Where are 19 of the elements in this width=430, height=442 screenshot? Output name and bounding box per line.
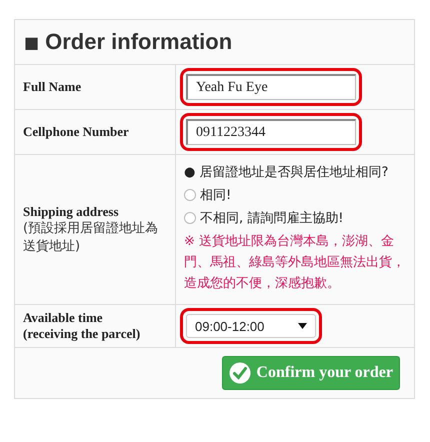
label-note: (預設採用居留證地址為送貨地址) [23,220,160,256]
field-label: Shipping address [23,204,120,220]
radio-option[interactable]: 不相同, 請詢問雇主協助! [184,209,344,227]
time-select[interactable]: 09:00-12:00 [186,314,316,338]
radio-option[interactable]: 相同! [184,186,232,204]
input-field[interactable]: Yeah Fu Eye [186,74,356,100]
question-text: ● 居留證地址是否與居住地址相同? [184,164,388,181]
field-sublabel: (receiving the parcel) [23,326,140,342]
radio-icon[interactable] [184,189,196,201]
field-label: Cellphone Number [23,124,129,140]
input-field[interactable]: 0911223344 [186,119,356,145]
dropdown-caret-icon [298,323,307,330]
check-circle-icon [229,362,252,384]
section-title: Order information [45,29,232,55]
warning-text: ※ 送貨地址限為台灣本島，澎湖、金門、馬祖、綠島等外島地區無法出貨，造成您的不便，深感抱歉。 [184,233,406,293]
field-label: Available time [23,310,104,326]
field-label: Full Name [23,79,82,95]
radio-icon[interactable] [184,212,196,224]
square-marker: ■ [24,32,40,52]
